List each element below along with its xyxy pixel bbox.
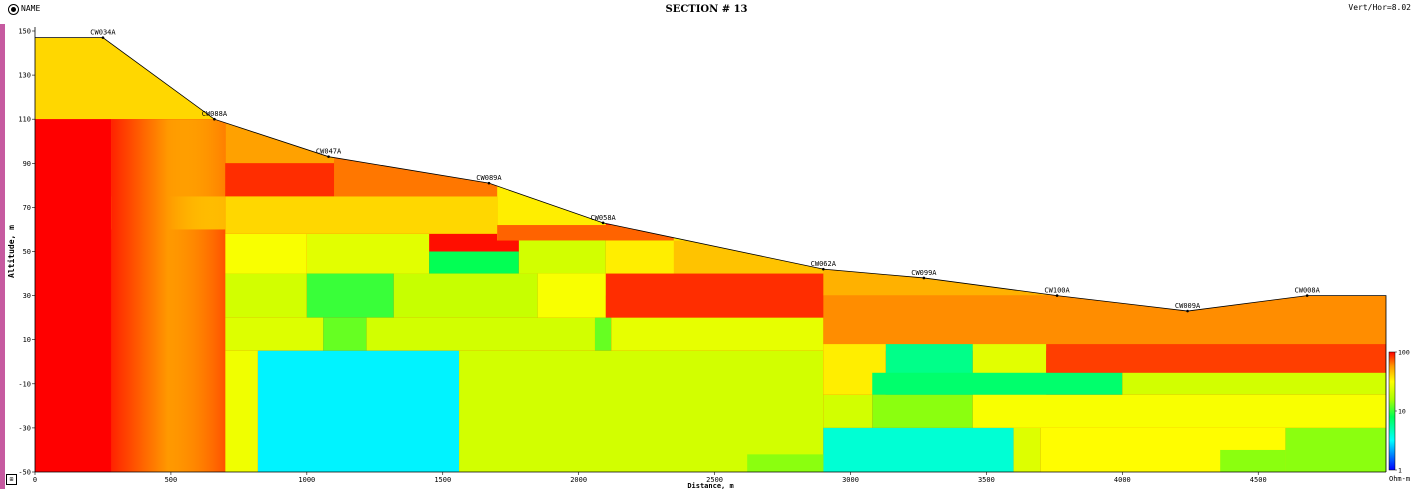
colorbar-label: 100: [1398, 349, 1410, 357]
y-tick-label: 30: [23, 292, 31, 300]
resistivity-cell: [257, 350, 460, 472]
colorbar: 100 10 1Ohm-m: [1388, 349, 1410, 483]
x-tick-label: 3000: [842, 476, 859, 484]
station-label: CW008A: [1295, 287, 1321, 295]
station-label: CW062A: [811, 260, 837, 268]
colorbar-scale: [1388, 351, 1396, 471]
station-marker[interactable]: [601, 221, 605, 225]
resistivity-cell: [225, 350, 258, 472]
resistivity-cell: [518, 240, 606, 274]
resistivity-cell: [225, 317, 324, 351]
x-axis-label: Distance, m: [687, 482, 733, 489]
station-marker[interactable]: [822, 267, 825, 271]
resistivity-cell: [537, 273, 606, 318]
x-tick-label: 4500: [1250, 476, 1267, 484]
resistivity-cell: [1220, 449, 1286, 472]
resistivity-cell: [594, 317, 612, 351]
resistivity-cell: [306, 273, 394, 318]
station-label: CW047A: [316, 148, 342, 156]
x-tick-label: 0: [33, 476, 37, 484]
resistivity-cell: [823, 295, 1386, 351]
resistivity-cell: [872, 394, 973, 428]
resistivity-blocks: [35, 37, 1386, 472]
resistivity-cell: [459, 350, 824, 472]
station-marker[interactable]: [101, 36, 105, 39]
resistivity-cell: [366, 317, 595, 351]
station-label: CW009A: [1175, 302, 1201, 310]
station-label: CW099A: [911, 269, 937, 277]
station-marker[interactable]: [487, 181, 491, 185]
resistivity-cell: [673, 240, 824, 274]
y-tick-label: 130: [18, 72, 31, 80]
station-marker[interactable]: [1055, 294, 1059, 297]
resistivity-cell: [1122, 372, 1386, 395]
resistivity-cell: [823, 427, 1014, 472]
resistivity-section-chart: CW034A CW088A CW047A CW089A CW058A CW062A CW09…: [6, 27, 1410, 489]
resistivity-cell: [972, 394, 1386, 428]
resistivity-cell: [1285, 427, 1386, 472]
colorbar-label: 10: [1398, 408, 1406, 416]
x-tick-label: 3500: [978, 476, 995, 484]
station-marker[interactable]: [213, 117, 216, 121]
resistivity-cell: [429, 251, 519, 274]
colorbar-label: 1: [1398, 467, 1402, 475]
resistivity-cell: [872, 372, 1123, 395]
resistivity-cell: [1013, 427, 1041, 472]
resistivity-cell: [225, 196, 498, 234]
section-view: NAME SECTION # 13 Vert/Hor=8.02 ⊞ CW034A…: [0, 0, 1413, 489]
y-axis-label: Altitude, m: [6, 225, 16, 278]
resistivity-cell: [35, 119, 112, 472]
resistivity-cell: [1046, 344, 1386, 373]
station-marker[interactable]: [1186, 309, 1189, 313]
resistivity-cell: [225, 37, 335, 164]
station-label: CW089A: [476, 174, 502, 182]
y-tick-label: 90: [23, 160, 31, 168]
resistivity-cell: [225, 163, 335, 197]
x-tick-label: 4000: [1114, 476, 1131, 484]
y-tick-label: 110: [18, 116, 31, 124]
y-tick-label: 150: [18, 28, 31, 36]
station-label: CW034A: [90, 29, 116, 37]
colorbar-unit: Ohm-m: [1389, 475, 1410, 483]
resistivity-cell: [111, 119, 226, 472]
y-tick-label: 70: [23, 204, 31, 212]
y-tick-label: 50: [23, 248, 31, 256]
resistivity-cell: [225, 273, 307, 318]
resistivity-cell: [611, 317, 824, 351]
station-marker[interactable]: [327, 155, 330, 158]
station-marker[interactable]: [922, 276, 926, 280]
y-tick-label: -10: [18, 380, 31, 388]
resistivity-cell: [393, 273, 538, 318]
y-tick-label: -30: [18, 424, 31, 432]
y-tick-label: -50: [18, 469, 31, 477]
resistivity-cell: [605, 273, 824, 318]
resistivity-cell: [334, 37, 498, 197]
resistivity-cell: [747, 454, 824, 472]
resistivity-cell: [497, 37, 606, 241]
station-marker[interactable]: [1305, 294, 1309, 297]
x-tick-label: 1500: [434, 476, 451, 484]
station-label: CW088A: [202, 110, 228, 118]
resistivity-cell: [225, 233, 307, 274]
resistivity-cell: [323, 317, 367, 351]
resistivity-cell: [306, 233, 430, 274]
y-tick-label: 10: [23, 336, 31, 344]
x-tick-label: 1000: [298, 476, 315, 484]
station-label: CW100A: [1044, 287, 1070, 295]
x-tick-label: 500: [165, 476, 178, 484]
resistivity-cell: [823, 394, 873, 428]
resistivity-cell: [497, 225, 674, 241]
x-tick-label: 2000: [570, 476, 587, 484]
station-label: CW058A: [590, 214, 616, 222]
